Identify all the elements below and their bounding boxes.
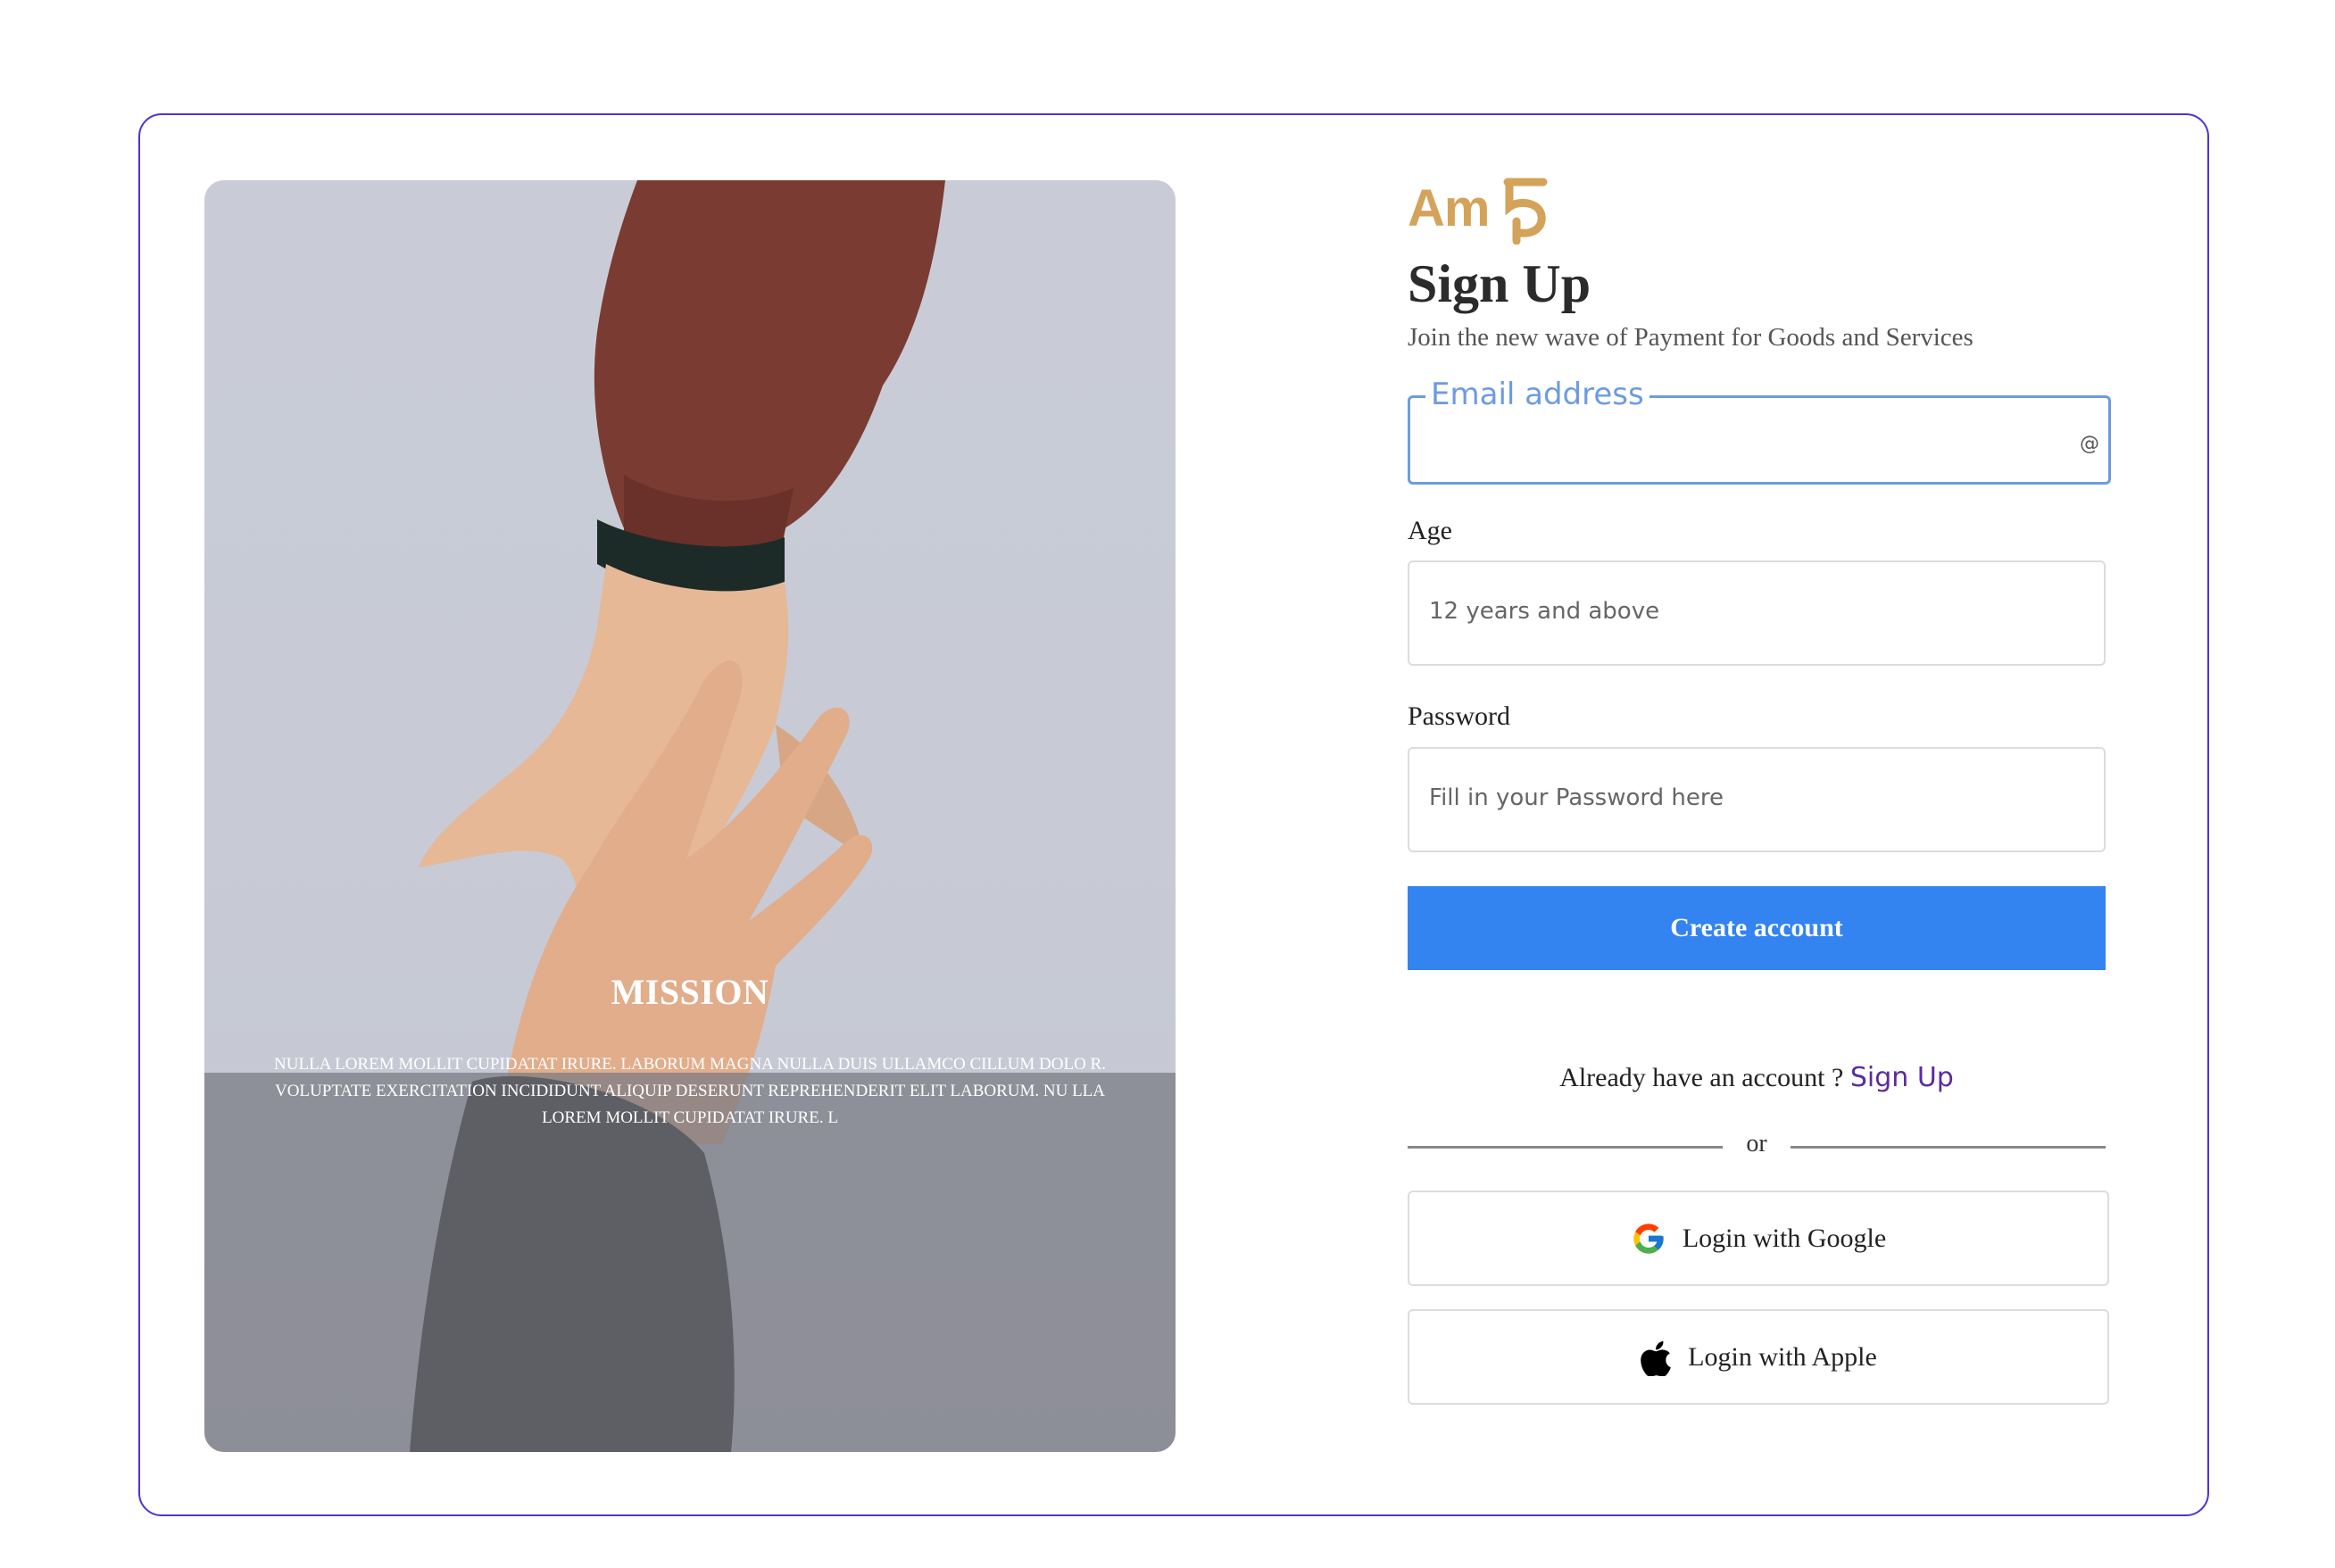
already-account-row: Already have an account ? Sign Up (1408, 1062, 2106, 1093)
create-account-button[interactable]: Create account (1408, 886, 2106, 970)
password-input[interactable]: Fill in your Password here (1408, 747, 2106, 852)
apple-icon (1641, 1340, 1672, 1376)
login-apple-button[interactable]: Login with Apple (1408, 1309, 2109, 1405)
already-account-text: Already have an account ? (1559, 1063, 1844, 1092)
hero-image (204, 180, 1176, 1452)
brand-logo-mark-icon (1503, 178, 1548, 245)
or-divider-text: or (1746, 1130, 1767, 1157)
at-icon: @ (2080, 433, 2099, 455)
mission-text: Nulla Lorem mollit cupidatat irure. Labo… (274, 1055, 1106, 1127)
age-placeholder: 12 years and above (1429, 598, 1660, 625)
login-apple-label: Login with Apple (1688, 1341, 1877, 1372)
email-field-label: Email address (1425, 377, 1649, 412)
page-title: Sign Up (1408, 254, 1591, 313)
sign-up-link[interactable]: Sign Up (1850, 1062, 1954, 1093)
google-icon (1633, 1223, 1664, 1254)
divider-right (1791, 1146, 2106, 1149)
password-placeholder: Fill in your Password here (1429, 784, 1724, 811)
mission-title: MISSION (611, 972, 769, 1012)
brand-logo: Am (1408, 177, 1550, 248)
divider-left (1408, 1146, 1723, 1149)
age-input[interactable]: 12 years and above (1408, 560, 2106, 666)
password-label: Password (1408, 701, 1511, 731)
age-label: Age (1408, 516, 1452, 545)
login-google-label: Login with Google (1682, 1223, 1887, 1253)
page-subtitle: Join the new wave of Payment for Goods a… (1408, 323, 1974, 352)
login-google-button[interactable]: Login with Google (1408, 1191, 2109, 1286)
brand-logo-text: Am (1408, 179, 1490, 237)
